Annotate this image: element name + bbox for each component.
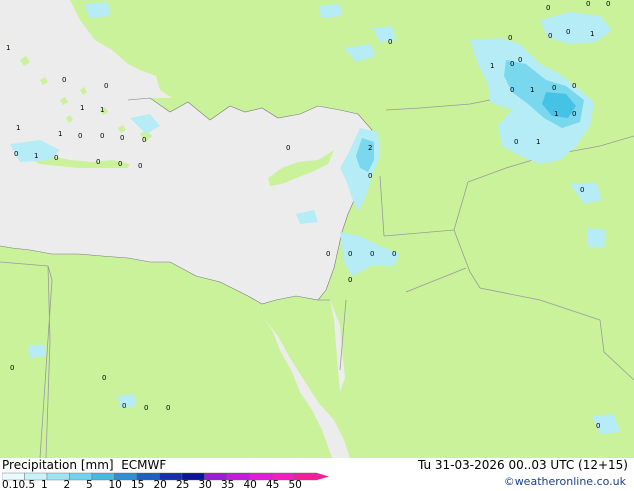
point-value: 0: [142, 136, 146, 144]
point-value: 0: [144, 404, 148, 412]
scale-label: 20: [153, 479, 167, 491]
point-value: 0: [514, 138, 518, 146]
point-value: 0: [326, 250, 330, 258]
scale-label: 15: [131, 479, 145, 491]
point-value: 0: [104, 82, 108, 90]
point-value: 0: [286, 144, 290, 152]
map-title: Precipitation [mm] ECMWF: [2, 458, 166, 472]
model-name: ECMWF: [121, 458, 167, 472]
scale-label: 0.5: [18, 479, 36, 491]
point-value: 0: [388, 38, 392, 46]
point-value: 0: [100, 132, 104, 140]
point-value: 0: [546, 4, 550, 12]
point-value: 0: [580, 186, 584, 194]
point-value: 0: [552, 84, 556, 92]
point-value: 1: [554, 110, 558, 118]
scale-label: 1: [41, 479, 48, 491]
scale-label: 50: [288, 479, 302, 491]
precipitation-map: 1 0 1 0 1 1 0 0 0 1 0 0 0 1 0 0 0 0 2 0 …: [0, 0, 634, 458]
point-value: 0: [138, 162, 142, 170]
point-value: 2: [368, 144, 372, 152]
point-value: 0: [586, 0, 590, 8]
point-value: 0: [510, 86, 514, 94]
valid-time: Tu 31-03-2026 00..03 UTC (12+15): [417, 458, 628, 472]
point-value: 1: [58, 130, 62, 138]
point-value: 1: [100, 106, 104, 114]
point-value: 0: [508, 34, 512, 42]
point-value: 0: [54, 154, 58, 162]
point-value: 1: [6, 44, 10, 52]
point-value: 0: [606, 0, 610, 8]
point-value: 1: [16, 124, 20, 132]
point-value: 0: [122, 402, 126, 410]
point-value: 1: [530, 86, 534, 94]
credit-text: ©weatheronline.co.uk: [503, 475, 626, 488]
scale-label: 45: [266, 479, 280, 491]
scale-label: 35: [221, 479, 235, 491]
point-value: 1: [590, 30, 594, 38]
map-view: 1 0 1 0 1 1 0 0 0 1 0 0 0 1 0 0 0 0 2 0 …: [0, 0, 634, 491]
point-value: 0: [548, 32, 552, 40]
scale-label: 2: [63, 479, 71, 491]
point-value: 0: [78, 132, 82, 140]
point-value: 0: [518, 56, 522, 64]
point-value: 0: [566, 28, 570, 36]
point-value: 1: [34, 152, 38, 160]
point-value: 0: [14, 150, 18, 158]
point-value: 0: [596, 422, 600, 430]
scale-label: 40: [243, 479, 257, 491]
scale-label: 5: [86, 479, 93, 491]
point-value: 0: [392, 250, 396, 258]
point-value: 0: [96, 158, 100, 166]
scale-label: 10: [108, 479, 122, 491]
point-value: 0: [572, 110, 576, 118]
point-value: 0: [102, 374, 106, 382]
point-value: 0: [10, 364, 14, 372]
point-value: 0: [120, 134, 124, 142]
point-value: 0: [510, 60, 514, 68]
legend-footer: Precipitation [mm] ECMWF Tu 31-03-2026 0…: [0, 458, 634, 491]
scale-label: 25: [176, 479, 190, 491]
point-value: 0: [572, 82, 576, 90]
point-value: 0: [370, 250, 374, 258]
scale-label: 0.1: [2, 479, 19, 491]
precipitation-color-scale: [2, 472, 329, 481]
point-value: 0: [348, 250, 352, 258]
scale-arrow: [317, 473, 329, 480]
point-value: 0: [368, 172, 372, 180]
title-text: Precipitation [mm]: [2, 458, 114, 472]
point-value: 0: [62, 76, 66, 84]
point-value: 1: [536, 138, 540, 146]
point-value: 0: [118, 160, 122, 168]
point-value: 1: [490, 62, 494, 70]
point-value: 0: [166, 404, 170, 412]
scale-label: 30: [198, 479, 212, 491]
point-value: 1: [80, 104, 84, 112]
point-value: 0: [348, 276, 352, 284]
